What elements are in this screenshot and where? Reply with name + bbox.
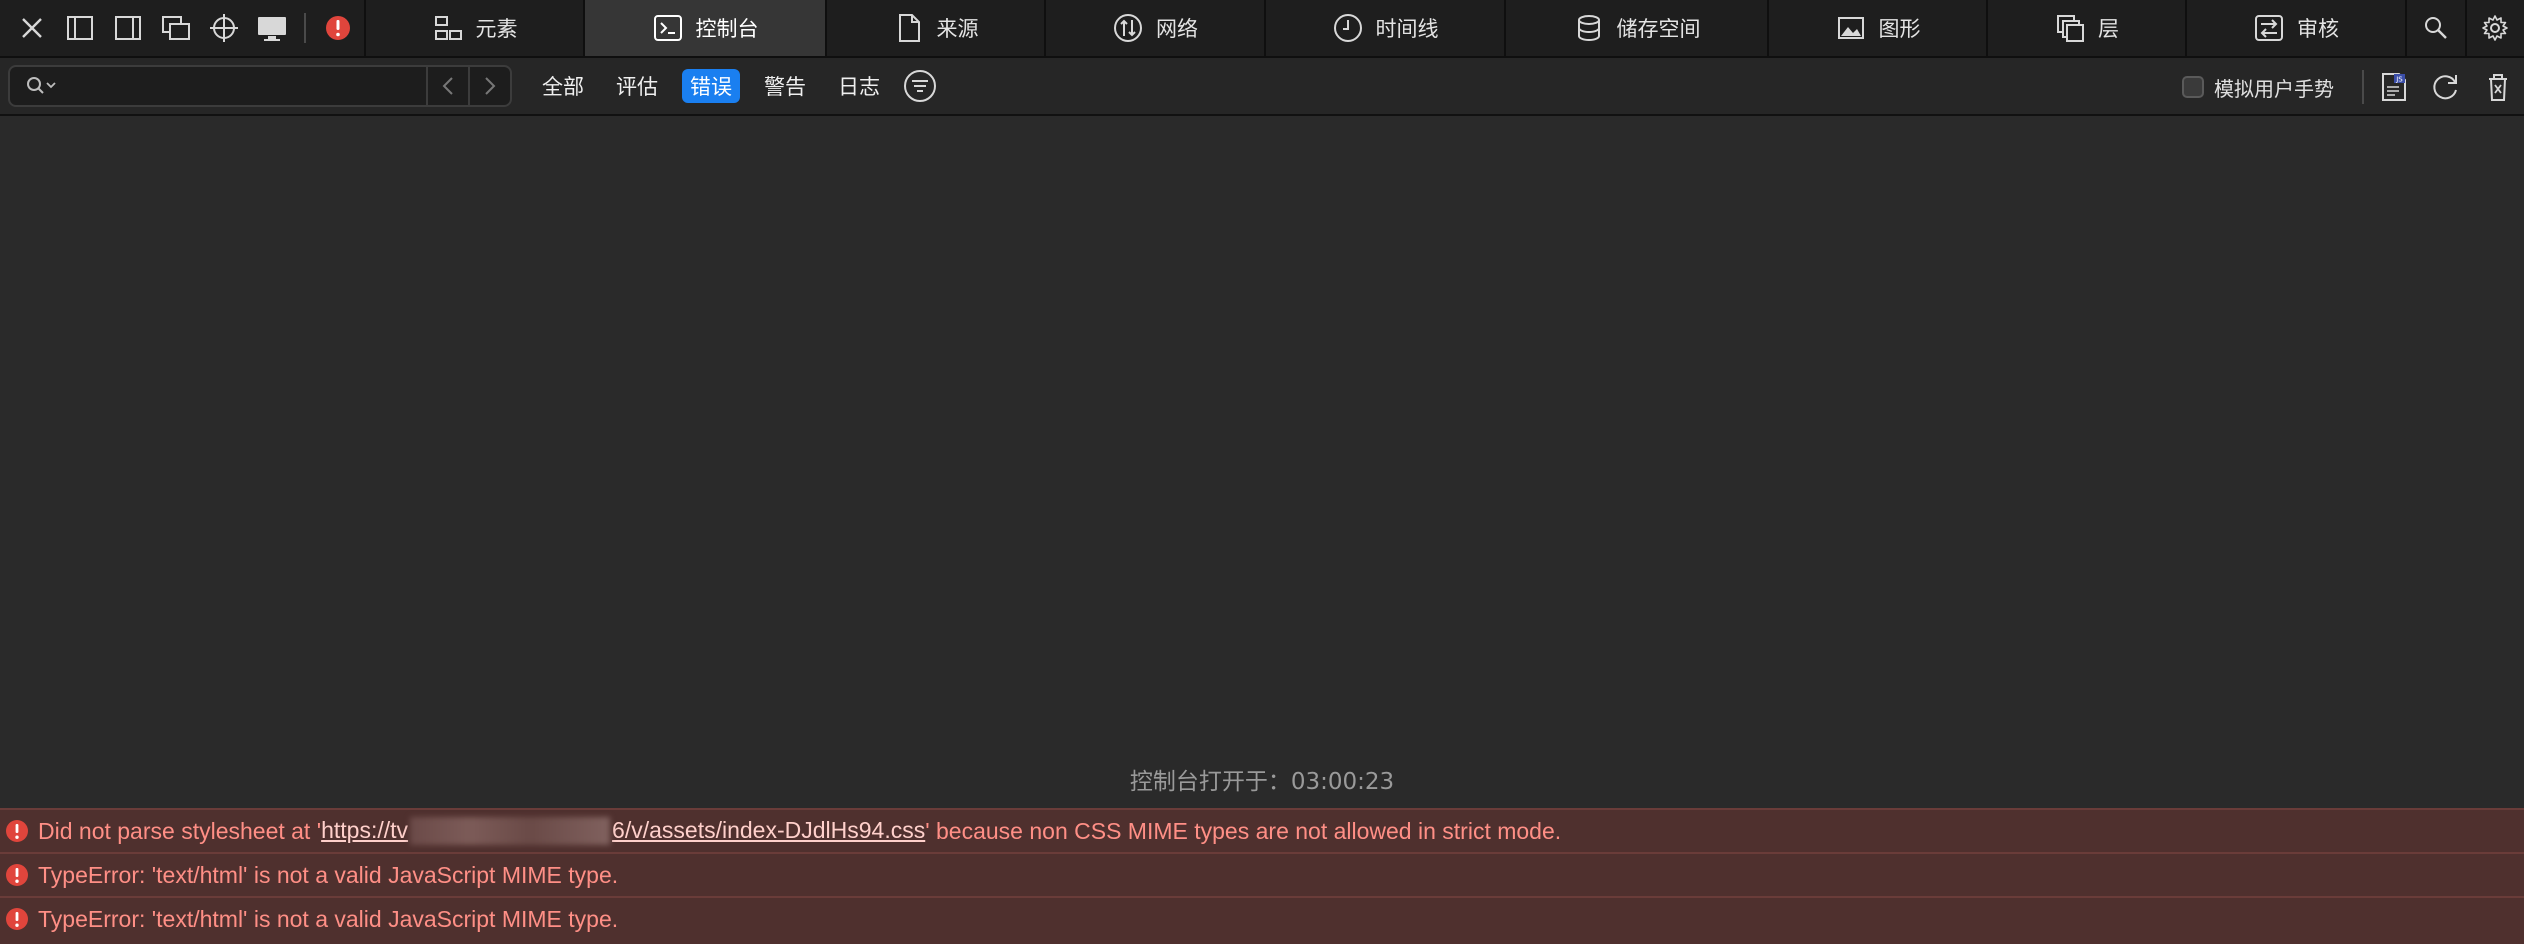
next-match-button[interactable] (468, 67, 510, 105)
chevron-left-icon (442, 77, 453, 95)
dock-left-icon (67, 16, 93, 40)
error-icon (6, 908, 28, 930)
filter-evaluations-button[interactable]: 评估 (608, 69, 666, 103)
previous-match-button[interactable] (426, 67, 468, 105)
reload-circle-icon (2433, 75, 2457, 100)
window-tool-cluster (0, 0, 366, 56)
detach-window-button[interactable] (152, 3, 200, 53)
url-start: https://tv (321, 816, 409, 843)
javascript-file-icon: JS (2382, 73, 2406, 101)
audit-icon (2255, 15, 2283, 41)
network-icon (1114, 14, 1142, 42)
url-end: 6/v/assets/index-DJdlHs94.css (612, 816, 926, 843)
tab-graphics-label: 图形 (1878, 17, 1921, 41)
monitor-icon (258, 17, 286, 41)
emulate-user-gesture-label: 模拟用户手势 (2214, 76, 2334, 101)
error-message-text: TypeError: 'text/html' is not a valid Ja… (38, 861, 619, 888)
console-opened-timestamp: 控制台打开于：03:00:23 (0, 762, 2524, 796)
global-search-button[interactable] (2407, 0, 2467, 56)
tab-storage[interactable]: 储存空间 (1506, 0, 1769, 56)
tab-timeline-label: 时间线 (1375, 17, 1439, 41)
error-message-prefix: Did not parse stylesheet at ' (38, 817, 322, 844)
error-badge-icon (326, 16, 350, 40)
inspect-element-button[interactable] (200, 3, 248, 53)
toolbar-divider (304, 13, 306, 43)
elements-icon (434, 16, 462, 40)
console-error-message[interactable]: TypeError: 'text/html' is not a valid Ja… (0, 852, 2524, 896)
filter-icon (904, 70, 936, 102)
tab-elements-label: 元素 (475, 17, 518, 41)
tab-sources[interactable]: 来源 (827, 0, 1046, 56)
gear-icon (2482, 15, 2508, 41)
stylesheet-url-link[interactable]: https://tv 6/v/assets/index-DJdlHs94.css (321, 817, 925, 846)
close-icon (22, 18, 42, 38)
search-icon (2425, 17, 2447, 39)
clear-console-button[interactable] (2472, 61, 2524, 113)
crosshair-icon (210, 14, 238, 42)
filter-options-button[interactable] (902, 68, 938, 104)
tab-elements[interactable]: 元素 (366, 0, 585, 56)
tab-layers-label: 层 (2098, 17, 2119, 41)
error-message-text: TypeError: 'text/html' is not a valid Ja… (38, 905, 619, 932)
settings-button[interactable] (2467, 0, 2523, 56)
dock-right-icon (115, 16, 141, 40)
redacted-url-segment (410, 817, 611, 846)
graphics-icon (1837, 17, 1864, 39)
emulate-user-gesture-checkbox[interactable] (2182, 76, 2204, 98)
console-opened-label: 控制台打开于： (1129, 769, 1291, 795)
error-message-suffix: ' because non CSS MIME types are not all… (925, 817, 1562, 844)
tab-sources-label: 来源 (936, 17, 979, 41)
filter-errors-button[interactable]: 错误 (682, 69, 740, 103)
layers-icon (2057, 15, 2084, 42)
tab-network-label: 网络 (1156, 17, 1198, 41)
console-message-list: Did not parse stylesheet at ' https://tv 6… (0, 808, 2524, 944)
console-filter-bar: 全部 评估 错误 警告 日志 模拟用户手势 JS (0, 58, 2524, 116)
tab-audit-label: 审核 (2297, 17, 2339, 41)
tab-storage-label: 储存空间 (1616, 17, 1701, 41)
tab-audit[interactable]: 审核 (2187, 0, 2407, 56)
close-devtools-button[interactable] (8, 3, 56, 53)
tab-console[interactable]: 控制台 (585, 0, 827, 56)
tab-layers[interactable]: 层 (1988, 0, 2187, 56)
filter-logs-button[interactable]: 日志 (830, 69, 888, 103)
svg-text:JS: JS (2395, 76, 2403, 84)
javascript-context-button[interactable]: JS (2368, 61, 2420, 113)
console-right-tools: 模拟用户手势 JS (2182, 58, 2524, 116)
timeline-icon (1333, 14, 1362, 42)
console-opened-time: 03:00:23 (1290, 769, 1395, 795)
toolbar-divider (2362, 70, 2364, 104)
search-filter-icon[interactable] (24, 74, 58, 98)
console-output: 控制台打开于：03:00:23 (0, 116, 2524, 808)
filter-all-button[interactable]: 全部 (534, 69, 592, 103)
preserve-log-button[interactable] (2420, 61, 2472, 113)
error-icon (6, 864, 28, 886)
dock-left-button[interactable] (56, 3, 104, 53)
search-input[interactable] (58, 67, 426, 105)
storage-icon (1577, 15, 1600, 42)
dock-right-button[interactable] (104, 3, 152, 53)
detach-window-icon (162, 16, 190, 40)
device-settings-button[interactable] (248, 3, 296, 53)
chevron-right-icon (485, 77, 496, 95)
console-error-message[interactable]: TypeError: 'text/html' is not a valid Ja… (0, 896, 2524, 940)
sources-icon (898, 14, 920, 42)
tab-console-label: 控制台 (695, 17, 759, 41)
console-icon (653, 15, 682, 41)
tab-network[interactable]: 网络 (1046, 0, 1266, 56)
emulate-user-gesture-toggle[interactable]: 模拟用户手势 (2182, 73, 2334, 102)
error-icon (6, 820, 28, 842)
tab-timeline[interactable]: 时间线 (1266, 0, 1506, 56)
tab-graphics[interactable]: 图形 (1769, 0, 1988, 56)
console-filter-search (8, 65, 512, 107)
trash-icon (2489, 74, 2507, 101)
console-error-message[interactable]: Did not parse stylesheet at ' https://tv 6… (0, 808, 2524, 852)
error-indicator-button[interactable] (314, 3, 362, 53)
filter-warnings-button[interactable]: 警告 (756, 69, 814, 103)
devtools-tab-bar: 元素 控制台 来源 网络 时间线 储存空间 图形 层 审核 (0, 0, 2524, 58)
